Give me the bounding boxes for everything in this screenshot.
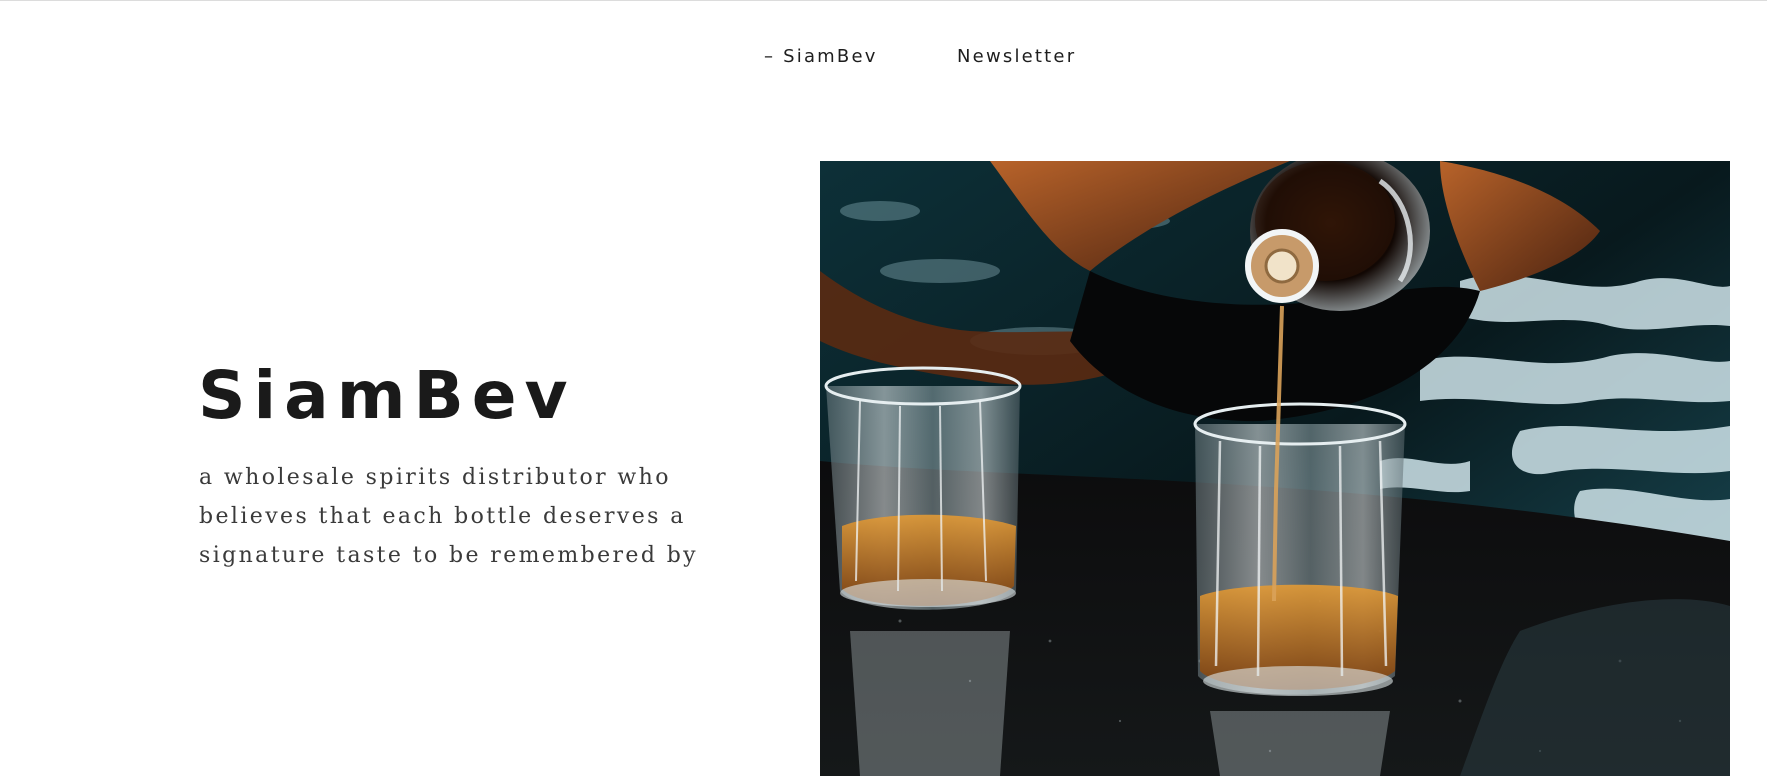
nav-link-newsletter[interactable]: Newsletter — [957, 42, 1076, 72]
hero-title: SiamBev — [198, 357, 576, 434]
right-glass — [1193, 402, 1407, 696]
left-glass — [824, 366, 1022, 610]
top-navigation: – SiamBev Newsletter — [0, 42, 1767, 72]
hero-tagline: a wholesale spirits distributor who beli… — [199, 465, 699, 568]
whiskey-pour-illustration — [820, 161, 1730, 776]
nav-link-home[interactable]: – SiamBev — [764, 42, 878, 72]
top-divider — [0, 0, 1767, 1]
hero-photo-whiskey-pour — [820, 161, 1730, 776]
